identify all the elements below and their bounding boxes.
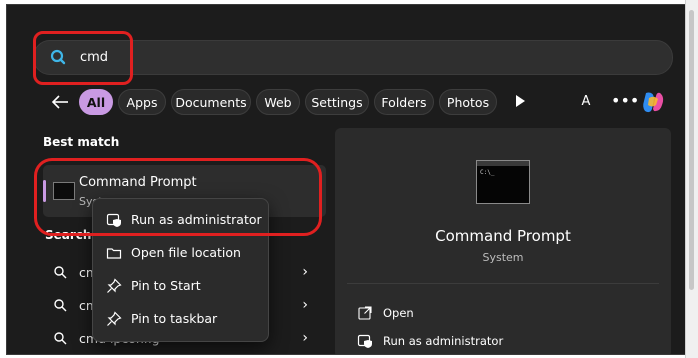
divider (347, 283, 659, 284)
action-label: Open (383, 306, 414, 320)
action-run-as-admin[interactable]: Run as administrator (357, 329, 647, 354)
menu-item-label: Pin to Start (131, 278, 201, 293)
filter-documents[interactable]: Documents (171, 89, 251, 115)
action-open[interactable]: Open (357, 301, 647, 327)
filter-all[interactable]: All (79, 89, 113, 115)
folder-icon (106, 248, 122, 259)
search-icon (54, 332, 67, 345)
play-icon[interactable] (514, 94, 526, 108)
filter-web[interactable]: Web (256, 89, 300, 115)
start-search-window: cmd All Apps Documents Web Settings Fold… (6, 4, 688, 355)
command-prompt-large-icon: C:\_ (476, 160, 530, 204)
menu-item-pin-to-start[interactable]: Pin to Start (97, 271, 264, 301)
menu-item-label: Open file location (131, 245, 241, 260)
menu-item-label: Pin to taskbar (131, 311, 218, 326)
pin-icon (107, 311, 122, 326)
search-icon (54, 299, 67, 312)
more-options-icon[interactable]: ••• (611, 91, 639, 111)
detail-panel: C:\_ Command Prompt System Open Run as a… (335, 128, 671, 354)
chevron-right-icon[interactable]: › (302, 264, 308, 280)
vertical-scrollbar[interactable] (685, 0, 698, 358)
copilot-icon[interactable] (640, 89, 666, 115)
best-match-heading: Best match (43, 135, 120, 149)
scrollbar-thumb[interactable] (689, 10, 694, 290)
filter-folders[interactable]: Folders (374, 89, 434, 115)
menu-item-open-file-location[interactable]: Open file location (97, 238, 264, 268)
detail-app-kind: System (482, 251, 524, 264)
filter-apps[interactable]: Apps (118, 89, 166, 115)
menu-item-pin-to-taskbar[interactable]: Pin to taskbar (97, 304, 264, 334)
shield-admin-icon (357, 334, 372, 348)
svg-text:C:\_: C:\_ (480, 169, 495, 176)
open-external-icon (358, 306, 372, 320)
action-label: Run as administrator (383, 334, 504, 348)
filter-photos[interactable]: Photos (439, 89, 497, 115)
chevron-right-icon[interactable]: › (302, 330, 308, 346)
search-icon (54, 266, 67, 279)
annotation-highlight-best-match (34, 158, 322, 236)
detail-app-name: Command Prompt (435, 227, 571, 245)
chevron-right-icon[interactable]: › (302, 297, 308, 313)
back-arrow-icon[interactable] (49, 91, 71, 113)
annotation-highlight-search (33, 31, 133, 85)
pin-icon (107, 278, 122, 293)
filter-settings[interactable]: Settings (305, 89, 369, 115)
account-avatar[interactable]: A (574, 90, 598, 114)
